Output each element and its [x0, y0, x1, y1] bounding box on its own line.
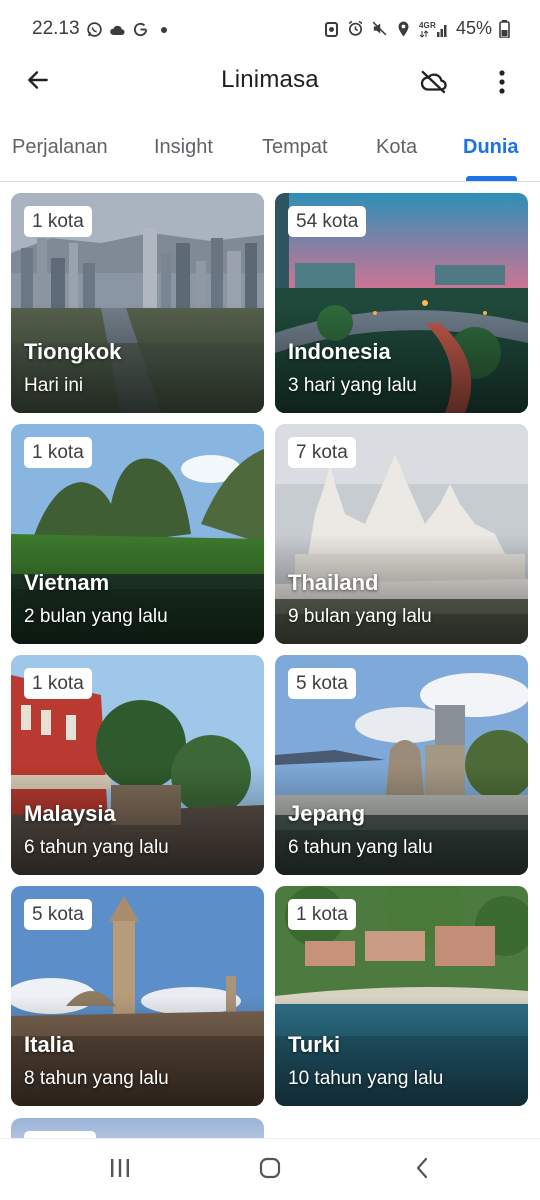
- country-card-vietnam[interactable]: 1 kota Vietnam 2 bulan yang lalu: [11, 424, 264, 644]
- country-card-malaysia[interactable]: 1 kota Malaysia 6 tahun yang lalu: [11, 655, 264, 875]
- country-name: Italia: [24, 1032, 75, 1057]
- alarm-badge-icon: [323, 19, 340, 38]
- tab-dunia[interactable]: Dunia: [463, 136, 519, 159]
- country-name: Tiongkok: [24, 339, 122, 364]
- last-visit-time: 6 tahun yang lalu: [24, 837, 169, 858]
- country-name: Turki: [288, 1032, 341, 1057]
- tab-tempat[interactable]: Tempat: [262, 136, 328, 159]
- battery-percentage: 45%: [455, 18, 492, 38]
- status-bar: 22.13 4G R 45%: [0, 0, 540, 58]
- city-count-badge: 5 kota: [288, 668, 356, 699]
- country-card-indonesia[interactable]: 54 kota Indonesia 3 hari yang lalu: [275, 193, 528, 413]
- recents-button[interactable]: [100, 1155, 140, 1185]
- country-card-thailand[interactable]: 7 kota Thailand 9 bulan yang lalu: [275, 424, 528, 644]
- last-visit-time: 10 tahun yang lalu: [288, 1068, 444, 1089]
- last-visit-time: 6 tahun yang lalu: [288, 837, 433, 858]
- country-name: Jepang: [288, 801, 366, 826]
- cloud-sync-button[interactable]: [414, 64, 454, 104]
- country-name: Malaysia: [24, 801, 116, 826]
- country-card-italia[interactable]: 5 kota Italia 8 tahun yang lalu: [11, 886, 264, 1106]
- nav-back-icon: [413, 1156, 431, 1185]
- city-count-badge: 1 kota: [24, 437, 92, 468]
- page-title: Linimasa: [221, 66, 319, 93]
- tab-kota[interactable]: Kota: [376, 136, 417, 159]
- tab-perjalanan[interactable]: Perjalanan: [12, 136, 108, 159]
- svg-text:R: R: [430, 21, 436, 30]
- whatsapp-icon: [86, 20, 103, 39]
- country-card-turki[interactable]: 1 kota Turki 10 tahun yang lalu: [275, 886, 528, 1106]
- dot-icon: [155, 20, 172, 39]
- svg-text:4G: 4G: [419, 21, 430, 30]
- tab-bar: Perjalanan Insight Tempat Kota Dunia: [0, 120, 540, 182]
- more-vert-icon: [498, 69, 506, 100]
- last-visit-time: 2 bulan yang lalu: [24, 606, 168, 627]
- location-icon: [395, 19, 412, 38]
- city-count-badge: 54 kota: [288, 206, 367, 237]
- more-options-button[interactable]: [484, 64, 520, 104]
- tab-indicator: [466, 176, 517, 181]
- city-count-badge: 5 kota: [24, 899, 92, 930]
- app-bar: Linimasa: [0, 58, 540, 110]
- cloud-icon: [109, 20, 126, 39]
- country-card-tiongkok[interactable]: 1 kota Tiongkok Hari ini: [11, 193, 264, 413]
- home-button[interactable]: [250, 1155, 290, 1185]
- last-visit-time: 8 tahun yang lalu: [24, 1068, 169, 1089]
- last-visit-time: Hari ini: [24, 375, 84, 396]
- city-count-badge: 1 kota: [288, 899, 356, 930]
- country-name: Indonesia: [288, 339, 391, 364]
- google-icon: [132, 20, 149, 39]
- last-visit-time: 9 bulan yang lalu: [288, 606, 432, 627]
- system-nav-bar: [0, 1138, 540, 1200]
- signal-4g-icon: 4G R: [419, 19, 449, 38]
- alarm-icon: [347, 19, 364, 38]
- recents-icon: [108, 1157, 132, 1184]
- country-card-jepang[interactable]: 5 kota Jepang 6 tahun yang lalu: [275, 655, 528, 875]
- city-count-badge: 7 kota: [288, 437, 356, 468]
- mute-icon: [371, 19, 388, 38]
- city-count-badge: 1 kota: [24, 206, 92, 237]
- battery-icon: [499, 19, 510, 38]
- tab-insight[interactable]: Insight: [154, 136, 213, 159]
- nav-back-button[interactable]: [402, 1155, 442, 1185]
- last-visit-time: 3 hari yang lalu: [288, 375, 417, 396]
- country-name: Thailand: [288, 570, 379, 595]
- cloud-off-icon: [419, 67, 449, 102]
- status-time: 22.13: [32, 18, 80, 39]
- country-name: Vietnam: [24, 570, 110, 595]
- home-icon: [258, 1156, 282, 1185]
- city-count-badge: 1 kota: [24, 668, 92, 699]
